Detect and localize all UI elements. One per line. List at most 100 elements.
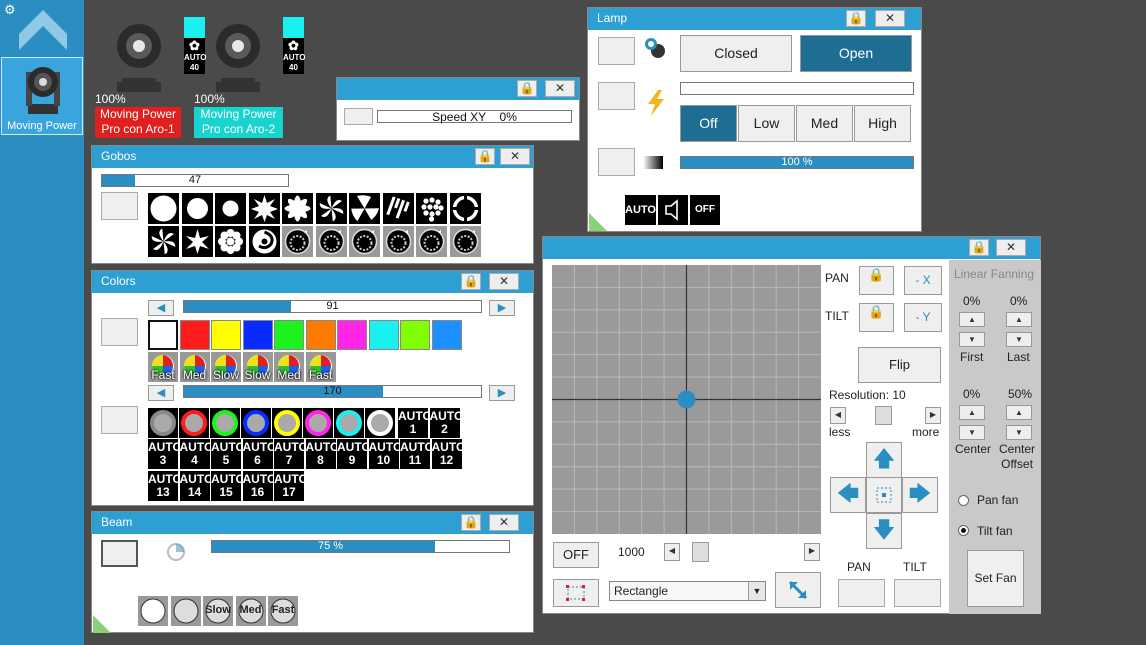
color-swatch[interactable]	[337, 320, 367, 350]
lamp-high-button[interactable]: High	[854, 105, 911, 142]
shutter-reset-button[interactable]	[598, 37, 635, 65]
auto-color-tile[interactable]: AUTO 14	[179, 471, 213, 501]
fixture-card-2[interactable]: 100% Moving Power Pro con Aro-2	[194, 14, 284, 138]
gobo-disc-small-icon[interactable]	[215, 193, 246, 224]
gobo-wheel-icon[interactable]	[416, 226, 447, 257]
arrow-up-button[interactable]: 🡅	[866, 442, 902, 478]
dimmer-bar[interactable]: 100 %	[680, 156, 914, 169]
tilt-lock-button[interactable]: 🔒	[859, 303, 894, 332]
color-reset-button[interactable]	[101, 318, 138, 346]
lock-icon[interactable]: 🔒	[517, 80, 537, 97]
lock-icon[interactable]: 🔒	[461, 514, 481, 531]
auto-color-tile[interactable]: AUTO 5	[211, 439, 245, 469]
gobo-ring-icon[interactable]	[449, 193, 481, 224]
gobo-spiral-icon[interactable]	[248, 226, 280, 257]
auto-color-tile[interactable]: AUTO 3	[148, 439, 182, 469]
sound-icon[interactable]	[658, 195, 688, 225]
lock-icon[interactable]: 🔒	[846, 10, 866, 27]
off-button[interactable]: OFF	[553, 542, 599, 568]
color-swatch[interactable]	[400, 320, 430, 350]
gobo-fan-icon[interactable]	[349, 193, 380, 224]
gobo-flower-icon[interactable]	[282, 193, 313, 224]
auto-color-tile[interactable]: AUTO 17	[274, 471, 308, 501]
color-ring-button[interactable]	[241, 408, 271, 438]
color-fx-button[interactable]: Slow	[242, 352, 273, 382]
auto-color-tile[interactable]: AUTO 15	[211, 471, 245, 501]
center-down-button[interactable]: ▼	[959, 425, 985, 440]
color-fx-button[interactable]: Slow	[211, 352, 241, 382]
color-fx-button[interactable]: Fast	[305, 352, 336, 382]
color-ring-button[interactable]	[148, 408, 178, 438]
gobo-star-icon[interactable]	[248, 193, 280, 224]
pantilt-grid[interactable]	[552, 265, 821, 534]
pan-lock-button[interactable]: 🔒	[859, 266, 894, 295]
chevron-up-icon[interactable]	[17, 8, 69, 52]
gear-icon[interactable]: ⚙	[4, 2, 16, 18]
color-swatch[interactable]	[431, 320, 462, 350]
pan-reset-button[interactable]	[838, 579, 885, 607]
color-ring-button[interactable]	[210, 408, 240, 438]
flip-button[interactable]: Flip	[858, 347, 941, 383]
gobo-dots-icon[interactable]	[416, 193, 447, 224]
color-swatch[interactable]	[305, 320, 336, 350]
center-button[interactable]	[866, 477, 902, 513]
lock-icon[interactable]: 🔒	[969, 239, 989, 256]
beam-preset-button[interactable]	[170, 596, 201, 626]
auto-color-tile[interactable]: AUTO 1	[398, 408, 432, 438]
gobo-flower2-icon[interactable]	[215, 226, 246, 257]
pan-fan-radio[interactable]	[958, 495, 969, 506]
chevron-down-icon[interactable]: ▼	[748, 582, 765, 600]
beam-preset-button[interactable]	[138, 596, 168, 626]
strobe-reset-button[interactable]	[598, 82, 635, 110]
arrow-right-button[interactable]: 🡆	[902, 477, 938, 513]
gobo-wheel-icon[interactable]	[449, 226, 481, 257]
first-up-button[interactable]: ▲	[959, 312, 985, 327]
color-fx-button[interactable]: Fast	[148, 352, 178, 382]
auto-color-tile[interactable]: AUTO 11	[400, 439, 434, 469]
lock-icon[interactable]: 🔒	[475, 148, 495, 165]
offset-down-button[interactable]: ▼	[1006, 425, 1032, 440]
last-down-button[interactable]: ▼	[1006, 332, 1032, 347]
color-fx-button[interactable]: Med	[274, 352, 304, 382]
beam-fx-button[interactable]: Med	[235, 596, 266, 626]
color-swatch[interactable]	[179, 320, 210, 350]
gobo-disc-big-icon[interactable]	[148, 193, 179, 224]
auto-color-tile[interactable]: AUTO 6	[242, 439, 276, 469]
gobo-bars-icon[interactable]	[382, 193, 414, 224]
auto-color-tile[interactable]: AUTO 13	[148, 471, 182, 501]
invert-y-button[interactable]: - Y	[904, 303, 942, 332]
color-ring-button[interactable]	[334, 408, 364, 438]
auto-color-tile[interactable]: AUTO 2	[429, 408, 463, 438]
shape-dropdown[interactable]: Rectangle ▼	[609, 581, 766, 601]
beam-fx-button[interactable]: Fast	[268, 596, 298, 626]
color-swatch[interactable]	[148, 320, 178, 350]
gobo-wheel-icon[interactable]	[382, 226, 414, 257]
offset-up-button[interactable]: ▲	[1006, 405, 1032, 420]
auto-color-tile[interactable]: AUTO 10	[368, 439, 402, 469]
speed-slider-thumb[interactable]	[692, 542, 709, 562]
speed-less-button[interactable]: ◀	[664, 543, 680, 561]
beam-bar[interactable]: 75 %	[211, 540, 510, 553]
auto-color-tile[interactable]: AUTO 9	[337, 439, 371, 469]
sidebar-item-moving-power[interactable]: Moving Power	[1, 57, 83, 135]
gobo-wheel-icon[interactable]	[349, 226, 380, 257]
gobo-reset-button[interactable]	[101, 192, 138, 220]
close-button[interactable]: ✕	[875, 10, 905, 27]
gobo-wheel-icon[interactable]	[282, 226, 313, 257]
gobo-burst-icon[interactable]	[181, 226, 213, 257]
color-swatch[interactable]	[274, 320, 304, 350]
color-ring-button[interactable]	[179, 408, 209, 438]
last-up-button[interactable]: ▲	[1006, 312, 1032, 327]
color-ring-button[interactable]	[303, 408, 333, 438]
color-swatch[interactable]	[242, 320, 273, 350]
lamp-off-button[interactable]: Off	[680, 105, 737, 142]
center-up-button[interactable]: ▲	[959, 405, 985, 420]
arrow-left-button[interactable]: 🡄	[830, 477, 866, 513]
auto-color-tile[interactable]: AUTO 16	[242, 471, 276, 501]
color-swatch[interactable]	[211, 320, 241, 350]
shutter-open-button[interactable]: Open	[800, 35, 912, 72]
auto-color-tile[interactable]: AUTO 4	[179, 439, 213, 469]
lock-icon[interactable]: 🔒	[461, 273, 481, 290]
auto-mode-button[interactable]: AUTO	[625, 195, 656, 225]
shape-select-icon[interactable]	[553, 579, 599, 607]
